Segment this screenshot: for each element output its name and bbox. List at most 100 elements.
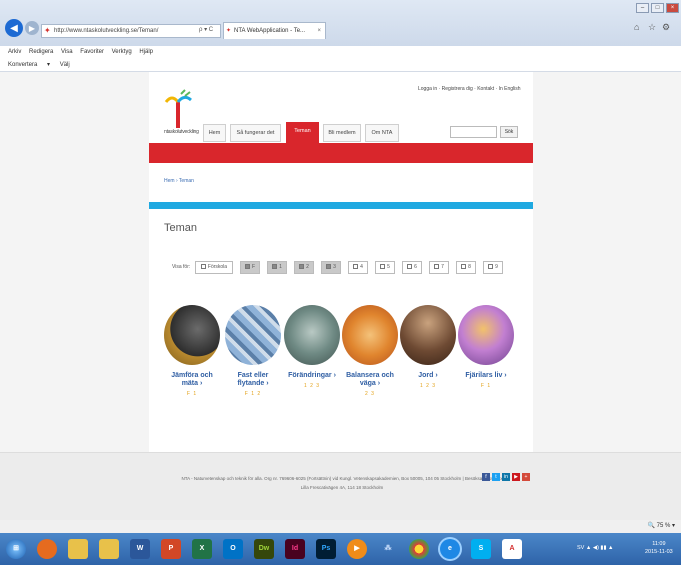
address-actions[interactable]: ρ ▾ C (199, 24, 213, 36)
checkbox-icon[interactable] (434, 264, 440, 269)
facebook-icon[interactable]: f (482, 473, 490, 481)
filter-chip[interactable]: 2 (294, 261, 314, 274)
theme-card[interactable]: Jord › 1 2 3 (400, 305, 456, 389)
checkbox-icon[interactable] (380, 264, 386, 269)
minimize-button[interactable]: – (636, 3, 649, 13)
checkbox-checked-icon[interactable] (326, 264, 332, 269)
browser-titlebar: ◀ ▶ ✦ http://www.ntaskolutveckling.se/Te… (0, 0, 681, 46)
menu-hjalp[interactable]: Hjälp (139, 49, 153, 55)
filter-chip[interactable]: 4 (348, 261, 368, 274)
nav-about[interactable]: Om NTA (365, 124, 399, 142)
nav-how-it-works[interactable]: Så fungerar det (230, 124, 281, 142)
network-icon[interactable]: ⁂ (378, 539, 398, 559)
filter-chip[interactable]: Förskola (195, 261, 233, 274)
checkbox-icon[interactable] (353, 264, 359, 269)
theme-image[interactable] (225, 305, 281, 365)
twitter-icon[interactable]: t (492, 473, 500, 481)
nav-home[interactable]: Hem (203, 124, 226, 142)
photoshop-icon[interactable]: Ps (316, 539, 336, 559)
filter-chip[interactable]: 1 (267, 261, 287, 274)
tab-title: NTA WebApplication - Te... (234, 28, 306, 34)
nta-logo-icon[interactable] (163, 88, 193, 134)
excel-icon[interactable]: X (192, 539, 212, 559)
theme-image[interactable] (458, 305, 514, 365)
search-button[interactable]: Sök (500, 126, 518, 138)
chrome-icon[interactable] (409, 539, 429, 559)
media-icon[interactable]: ▶ (347, 539, 367, 559)
internet-explorer-icon[interactable]: e (440, 539, 460, 559)
theme-name[interactable]: Jämföra och mäta › (164, 372, 220, 388)
theme-card[interactable]: Fast eller flytande › F 1 2 (225, 305, 281, 397)
linkedin-icon[interactable]: in (502, 473, 510, 481)
home-icon[interactable]: ⌂ (634, 22, 639, 32)
filter-chip[interactable]: 3 (321, 261, 341, 274)
theme-name[interactable]: Fast eller flytande › (225, 372, 281, 388)
forward-button[interactable]: ▶ (25, 21, 39, 35)
menu-redigera[interactable]: Redigera (29, 49, 53, 55)
filter-chip[interactable]: F (240, 261, 260, 274)
theme-card[interactable]: Förändringar › 1 2 3 (284, 305, 340, 389)
theme-levels: F 1 (480, 383, 492, 389)
filter-chip[interactable]: 6 (402, 261, 422, 274)
search-input[interactable] (450, 126, 497, 138)
theme-image[interactable] (400, 305, 456, 365)
powerpoint-icon[interactable]: P (161, 539, 181, 559)
theme-image[interactable] (342, 305, 398, 365)
close-window-button[interactable]: × (666, 3, 679, 13)
convert-button[interactable]: Konvertera (8, 62, 37, 68)
zoom-level[interactable]: 🔍 75 % ▾ (647, 520, 675, 533)
menu-visa[interactable]: Visa (61, 49, 73, 55)
theme-card[interactable]: Fjärilars liv › F 1 (458, 305, 514, 389)
maximize-button[interactable]: □ (651, 3, 664, 13)
select-button[interactable]: Välj (60, 62, 70, 68)
theme-name[interactable]: Jord › (400, 372, 456, 380)
clock[interactable]: 11:09 2015-11-03 (645, 540, 673, 556)
theme-name[interactable]: Förändringar › (284, 372, 340, 380)
dreamweaver-icon[interactable]: Dw (254, 539, 274, 559)
skype-icon[interactable]: S (471, 539, 491, 559)
breadcrumb[interactable]: Hem › Teman (164, 178, 194, 184)
menu-verktyg[interactable]: Verktyg (112, 49, 132, 55)
theme-image[interactable] (284, 305, 340, 365)
checkbox-icon[interactable] (461, 264, 467, 269)
share-icon[interactable]: + (522, 473, 530, 481)
checkbox-checked-icon[interactable] (299, 264, 305, 269)
nav-themes[interactable]: Teman (286, 122, 319, 143)
convert-dropdown-icon[interactable]: ▾ (47, 62, 50, 68)
checkbox-icon[interactable] (407, 264, 413, 269)
youtube-icon[interactable]: ▶ (512, 473, 520, 481)
filter-chip[interactable]: 9 (483, 261, 503, 274)
checkbox-checked-icon[interactable] (244, 264, 250, 269)
system-tray[interactable]: SV ▲ ◀) ▮▮ ▲ (577, 545, 613, 551)
top-links[interactable]: Logga in · Registrera dig · Kontakt · In… (418, 86, 521, 92)
filter-chip[interactable]: 8 (456, 261, 476, 274)
filter-chip[interactable]: 7 (429, 261, 449, 274)
library-icon[interactable] (68, 539, 88, 559)
word-icon[interactable]: W (130, 539, 150, 559)
checkbox-icon[interactable] (200, 264, 206, 269)
theme-card[interactable]: Balansera och väga › 2 3 (342, 305, 398, 397)
address-bar[interactable]: ✦ http://www.ntaskolutveckling.se/Teman/ (41, 24, 221, 38)
browser-tab[interactable]: ✦ NTA WebApplication - Te... × (223, 22, 326, 39)
theme-name[interactable]: Fjärilars liv › (458, 372, 514, 380)
theme-card[interactable]: Jämföra och mäta › F 1 (164, 305, 220, 397)
tab-close-button[interactable]: × (317, 23, 321, 39)
theme-levels: 1 2 3 (419, 383, 437, 389)
menu-arkiv[interactable]: Arkiv (8, 49, 21, 55)
acrobat-icon[interactable]: A (502, 539, 522, 559)
filter-chip[interactable]: 5 (375, 261, 395, 274)
settings-gear-icon[interactable]: ⚙ (662, 22, 670, 33)
start-button[interactable]: ⊞ (6, 539, 26, 559)
firefox-icon[interactable] (37, 539, 57, 559)
indesign-icon[interactable]: Id (285, 539, 305, 559)
favorites-star-icon[interactable]: ☆ (648, 22, 656, 33)
back-button[interactable]: ◀ (5, 19, 23, 37)
outlook-icon[interactable]: O (223, 539, 243, 559)
theme-name[interactable]: Balansera och väga › (342, 372, 398, 388)
checkbox-checked-icon[interactable] (272, 264, 278, 269)
nav-membership[interactable]: Bli medlem (323, 124, 361, 142)
checkbox-icon[interactable] (488, 264, 494, 269)
folder-icon[interactable] (99, 539, 119, 559)
menu-favoriter[interactable]: Favoriter (80, 49, 104, 55)
theme-image[interactable] (164, 305, 220, 365)
